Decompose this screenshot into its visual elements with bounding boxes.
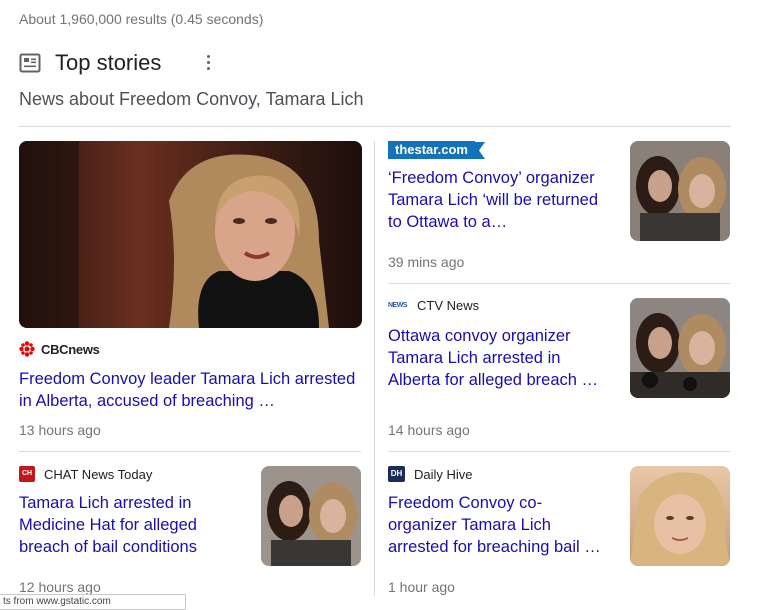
source-name: thestar.com <box>388 141 475 159</box>
divider <box>19 451 361 452</box>
story-headline[interactable]: Tamara Lich arrested in Medicine Hat for… <box>19 492 241 558</box>
source-name: CHAT News Today <box>44 466 153 482</box>
story-time: 14 hours ago <box>388 422 470 438</box>
source-name: CTV News <box>417 298 480 313</box>
chevron-logo-icon <box>474 141 485 159</box>
story-thumbnail[interactable] <box>630 141 730 241</box>
more-options-icon[interactable] <box>203 53 213 71</box>
result-stats: About 1,960,000 results (0.45 seconds) <box>19 11 264 27</box>
source-name: Daily Hive <box>414 466 473 482</box>
source-ctv: NEWS CTV News <box>388 298 479 313</box>
source-name: CBCnews <box>41 341 100 357</box>
top-stories-header: Top stories <box>19 50 161 76</box>
story-time: 13 hours ago <box>19 422 101 438</box>
section-subtitle: News about Freedom Convoy, Tamara Lich <box>19 89 364 109</box>
status-bar: ts from www.gstatic.com <box>0 594 186 610</box>
source-chat: CH CHAT News Today <box>19 466 152 482</box>
divider <box>388 451 730 452</box>
source-thestar: thestar.com <box>388 141 485 159</box>
divider <box>388 283 730 284</box>
ctv-logo-icon: NEWS <box>388 302 408 309</box>
source-cbc: CBCnews <box>19 341 100 357</box>
story-image-cbc[interactable] <box>19 141 362 328</box>
story-thumbnail[interactable] <box>261 466 361 566</box>
story-headline[interactable]: Freedom Convoy leader Tamara Lich arrest… <box>19 368 363 412</box>
newspaper-icon <box>19 53 41 73</box>
story-time: 39 mins ago <box>388 254 465 270</box>
source-dailyhive: DH Daily Hive <box>388 466 473 482</box>
cbc-gem-icon <box>19 341 35 357</box>
story-thumbnail[interactable] <box>630 298 730 398</box>
column-divider <box>374 141 375 596</box>
divider <box>19 126 731 127</box>
section-title: Top stories <box>55 50 162 75</box>
chat-news-logo-icon: CH <box>19 466 35 482</box>
story-headline[interactable]: ‘Freedom Convoy’ organizer Tamara Lich ‘… <box>388 167 610 233</box>
story-time: 12 hours ago <box>19 579 101 595</box>
story-time: 1 hour ago <box>388 579 455 595</box>
story-headline[interactable]: Freedom Convoy co-organizer Tamara Lich … <box>388 492 610 558</box>
story-thumbnail[interactable] <box>630 466 730 566</box>
daily-hive-logo-icon: DH <box>388 466 405 482</box>
story-headline[interactable]: Ottawa convoy organizer Tamara Lich arre… <box>388 325 610 391</box>
